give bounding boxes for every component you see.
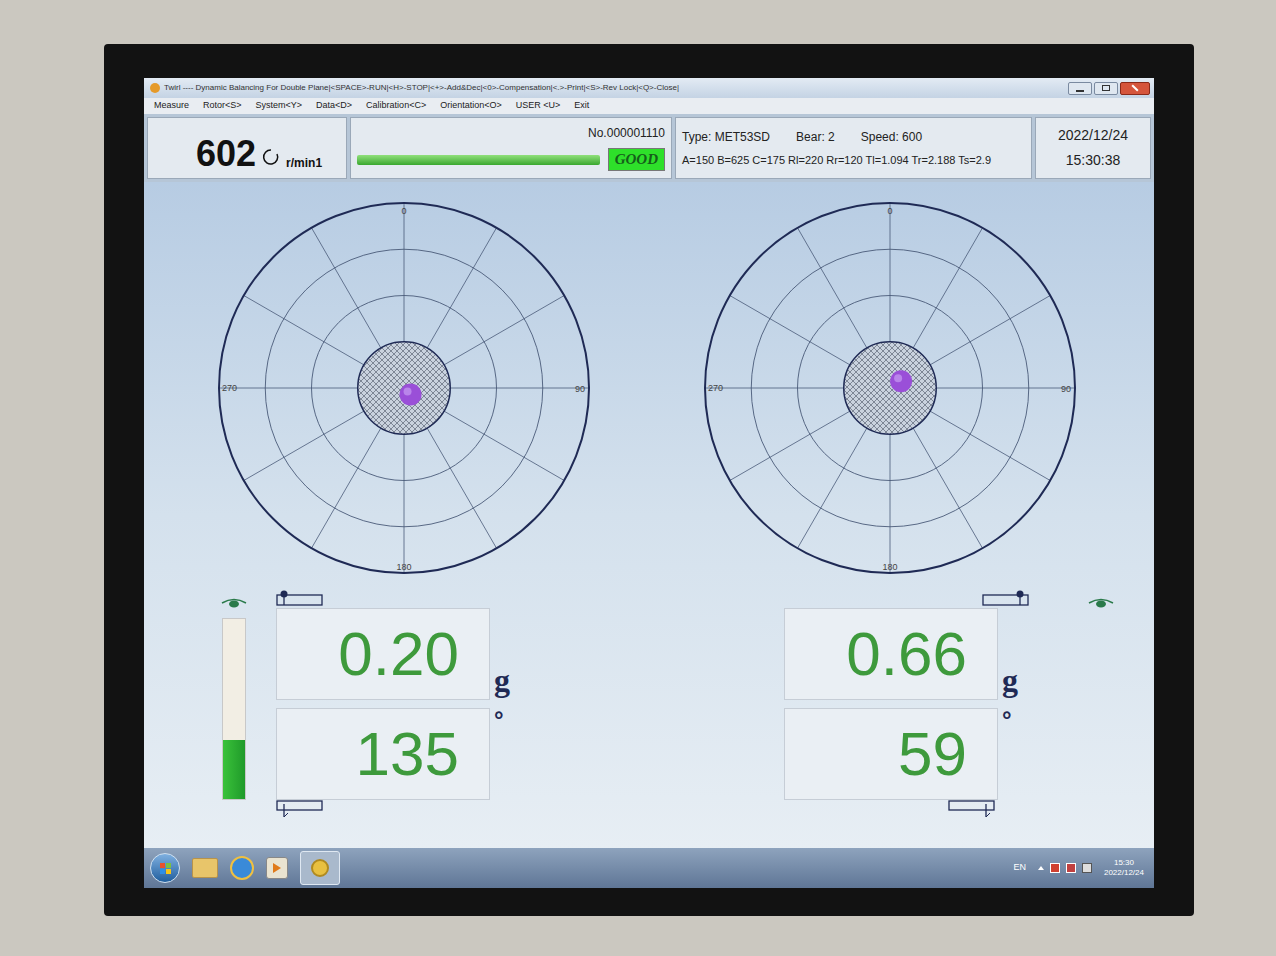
rotor-params: A=150 B=625 C=175 Rl=220 Rr=120 Tl=1.094… (682, 152, 1025, 169)
svg-text:270: 270 (708, 383, 723, 393)
speed-unit: r/min1 (286, 157, 322, 169)
menu-item[interactable]: Orientation<O> (440, 99, 502, 113)
svg-text:90: 90 (1061, 384, 1071, 394)
svg-text:180: 180 (396, 562, 411, 572)
date: 2022/12/24 (1058, 125, 1128, 146)
window-title: Twirl ---- Dynamic Balancing For Double … (164, 82, 679, 94)
menu-item[interactable]: Exit (574, 99, 589, 113)
rotor-cell: Type: MET53SD Bear: 2 Speed: 600 A=150 B=62… (675, 117, 1032, 179)
polar-plot: 0 90 180 270 (214, 198, 594, 578)
unbalance-marker (400, 384, 422, 406)
bearing: Bear: 2 (796, 128, 835, 146)
scene: Twirl ---- Dynamic Balancing For Double … (0, 0, 1276, 956)
angle-unit: ° (494, 708, 504, 732)
svg-text:180: 180 (882, 562, 897, 572)
maximize-icon[interactable] (1094, 82, 1118, 95)
svg-text:90: 90 (575, 384, 585, 394)
time: 15:30:38 (1066, 150, 1121, 171)
tray-volume-icon[interactable] (1082, 863, 1092, 873)
screen: Twirl ---- Dynamic Balancing For Double … (144, 78, 1154, 888)
app-icon (150, 83, 160, 93)
tray-network-icon[interactable] (1066, 863, 1076, 873)
set-speed: Speed: 600 (861, 128, 922, 146)
weight-unit: g (494, 664, 510, 696)
datetime-cell: 2022/12/24 15:30:38 (1035, 117, 1151, 179)
menu-item[interactable]: Measure (154, 99, 189, 113)
value-box: 135 (276, 708, 490, 800)
status-header: 602 r/min1 No.000001110 GOOD Type: MET53SD Be… (144, 114, 1154, 182)
readout: 0.6659g ° (784, 586, 1030, 822)
menu-item[interactable]: Data<D> (316, 99, 352, 113)
title-bar: Twirl ---- Dynamic Balancing For Double … (144, 78, 1154, 98)
value-box: 0.20 (276, 608, 490, 700)
rotation-icon (262, 148, 280, 166)
rotor-type: Type: MET53SD (682, 128, 770, 146)
progress-cell: No.000001110 GOOD (350, 117, 672, 179)
close-icon[interactable] (1120, 82, 1150, 95)
tray-flag-icon[interactable] (1050, 863, 1060, 873)
twirl-app-icon[interactable] (300, 851, 340, 885)
value-box: 59 (784, 708, 998, 800)
weight-unit: g (1002, 664, 1018, 696)
menu-item[interactable]: Rotor<S> (203, 99, 242, 113)
start-button[interactable] (150, 853, 180, 883)
unbalance-marker (890, 370, 912, 392)
plane-indicator-icon (982, 588, 1030, 606)
polar-plot: 0 90 180 270 (700, 198, 1080, 578)
plane-indicator-icon (276, 588, 324, 606)
speed-cell: 602 r/min1 (147, 117, 347, 179)
monitor-bezel: Twirl ---- Dynamic Balancing For Double … (104, 44, 1194, 916)
record-number: No.000001110 (588, 124, 665, 142)
clock[interactable]: 15:302022/12/24 (1104, 858, 1148, 878)
tray-arrow-icon[interactable] (1038, 866, 1044, 870)
svg-text:270: 270 (222, 383, 237, 393)
plane-indicator-icon (276, 800, 324, 818)
main-area: 0901802700901802700.20135g°0.6659g° (144, 182, 1154, 848)
media-player-icon[interactable] (266, 857, 288, 879)
menu-item[interactable]: USER <U> (516, 99, 561, 113)
speed-value: 602 (196, 136, 256, 172)
menu-item[interactable]: System<Y> (256, 99, 303, 113)
progress-bar (357, 155, 600, 165)
level-meter (222, 618, 246, 800)
minimize-icon[interactable] (1068, 82, 1092, 95)
menu-bar: Measure Rotor<S> System<Y> Data<D> Calibrati… (144, 98, 1154, 114)
status-badge: GOOD (608, 148, 665, 171)
svg-text:0: 0 (401, 206, 406, 216)
eye-icon[interactable] (221, 598, 247, 610)
plane-indicator-icon (948, 800, 996, 818)
angle-unit: ° (1002, 708, 1012, 732)
menu-item[interactable]: Calibration<C> (366, 99, 426, 113)
readout: 0.20135g ° (276, 586, 522, 822)
value-box: 0.66 (784, 608, 998, 700)
taskbar: EN 15:302022/12/24 (144, 848, 1154, 888)
browser-icon[interactable] (230, 856, 254, 880)
language-indicator[interactable]: EN (1013, 861, 1026, 875)
eye-icon[interactable] (1088, 598, 1114, 610)
folder-icon[interactable] (192, 858, 218, 878)
svg-text:0: 0 (887, 206, 892, 216)
